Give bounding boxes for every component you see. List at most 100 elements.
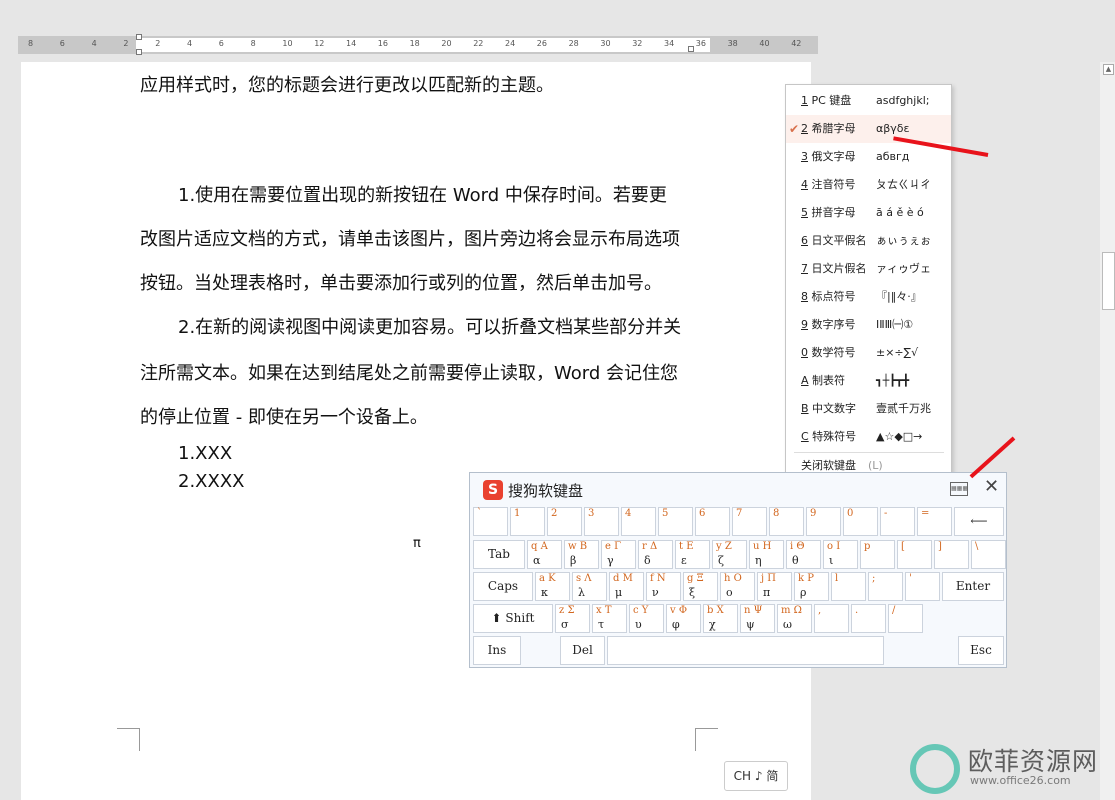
menu-item-a[interactable]: A 制表符 ┓┼┣┳╋ xyxy=(786,367,951,395)
key-top-label: 1 xyxy=(514,508,521,519)
menu-item-7[interactable]: 7 日文片假名 ァィゥヴェ xyxy=(786,255,951,283)
key[interactable]: p xyxy=(860,540,895,569)
key-greek-label: ε xyxy=(681,554,687,567)
key[interactable]: - xyxy=(880,507,915,536)
key[interactable]: 1 xyxy=(510,507,545,536)
keyboard-menu-icon[interactable]: ▦▦▦ xyxy=(950,482,968,496)
shift-key[interactable]: ⬆ Shift xyxy=(473,604,553,633)
key[interactable]: a K κ xyxy=(535,572,570,601)
menu-item-3[interactable]: 3 俄文字母 абвгд xyxy=(786,143,951,171)
key[interactable]: r Δ δ xyxy=(638,540,673,569)
key[interactable]: s Λ λ xyxy=(572,572,607,601)
document-page[interactable]: 应用样式时，您的标题会进行更改以匹配新的主题。 1.使用在需要位置出现的新按钮在… xyxy=(21,62,811,800)
key[interactable]: [ xyxy=(897,540,932,569)
key[interactable]: m Ω ω xyxy=(777,604,812,633)
menu-item-6[interactable]: 6 日文平假名 ぁぃぅぇぉ xyxy=(786,227,951,255)
key[interactable]: 3 xyxy=(584,507,619,536)
key-top-label: 6 xyxy=(699,508,706,519)
first-line-indent-marker[interactable] xyxy=(136,34,142,40)
key[interactable]: / xyxy=(888,604,923,633)
key[interactable]: n Ψ ψ xyxy=(740,604,775,633)
key[interactable]: , xyxy=(814,604,849,633)
key[interactable]: 4 xyxy=(621,507,656,536)
vertical-scrollbar[interactable]: ▲ xyxy=(1100,62,1115,800)
key[interactable]: h O ο xyxy=(720,572,755,601)
menu-item-b[interactable]: B 中文数字 壹贰千万兆 xyxy=(786,395,951,423)
key[interactable]: o I ι xyxy=(823,540,858,569)
key[interactable]: ` xyxy=(473,507,508,536)
ins-key[interactable]: Ins xyxy=(473,636,521,665)
right-indent-marker[interactable] xyxy=(688,46,694,52)
key-top-label: h O xyxy=(724,573,742,584)
scroll-thumb[interactable] xyxy=(1102,252,1115,310)
key[interactable]: 5 xyxy=(658,507,693,536)
backspace-key[interactable]: ⟵ xyxy=(954,507,1004,536)
tab-key[interactable]: Tab xyxy=(473,540,525,569)
menu-item-c[interactable]: C 特殊符号 ▲☆◆□→ xyxy=(786,423,951,451)
crop-mark-bottom-right xyxy=(695,728,718,751)
space-key[interactable] xyxy=(607,636,884,665)
menu-item-4[interactable]: 4 注音符号 ㄆㄊㄍㄐㄔ xyxy=(786,171,951,199)
key[interactable]: ; xyxy=(868,572,903,601)
menu-item-8[interactable]: 8 标点符号 『|‖々·』 xyxy=(786,283,951,311)
key[interactable]: j Π π xyxy=(757,572,792,601)
menu-item-9[interactable]: 9 数字序号 ⅠⅡⅢ㈠① xyxy=(786,311,951,339)
key[interactable]: v Φ φ xyxy=(666,604,701,633)
caps-key[interactable]: Caps xyxy=(473,572,533,601)
enter-key[interactable]: Enter xyxy=(942,572,1004,601)
key[interactable]: 0 xyxy=(843,507,878,536)
key[interactable]: e Γ γ xyxy=(601,540,636,569)
ruler-number: 40 xyxy=(759,39,770,48)
key[interactable]: c Υ υ xyxy=(629,604,664,633)
menu-item-sample: ▲☆◆□→ xyxy=(876,430,923,443)
key[interactable]: 6 xyxy=(695,507,730,536)
left-indent-marker[interactable] xyxy=(136,49,142,55)
watermark: 欧菲资源网 www.office26.com xyxy=(908,738,1115,800)
menu-item-text: 制表符 xyxy=(808,374,846,387)
ime-status-indicator[interactable]: CH ♪ 简 xyxy=(724,761,788,791)
key[interactable]: w B β xyxy=(564,540,599,569)
key-top-label: 0 xyxy=(847,508,854,519)
key[interactable]: k P ρ xyxy=(794,572,829,601)
key[interactable]: 9 xyxy=(806,507,841,536)
menu-item-label: 9 数字序号 xyxy=(801,311,856,339)
close-keyboard-icon[interactable]: ✕ xyxy=(984,476,999,497)
key-top-label: j Π xyxy=(761,573,776,584)
key[interactable]: l xyxy=(831,572,866,601)
key[interactable]: d M μ xyxy=(609,572,644,601)
menu-item-0[interactable]: 0 数学符号 ±×÷∑√ xyxy=(786,339,951,367)
key-top-label: q A xyxy=(531,541,548,552)
key-top-label: z Σ xyxy=(559,605,575,616)
key[interactable]: z Σ σ xyxy=(555,604,590,633)
key[interactable]: b X χ xyxy=(703,604,738,633)
key[interactable]: 7 xyxy=(732,507,767,536)
menu-item-2[interactable]: ✔ 2 希腊字母 αβγδε xyxy=(786,115,951,143)
key[interactable]: f N ν xyxy=(646,572,681,601)
key[interactable]: x T τ xyxy=(592,604,627,633)
key[interactable]: i Θ θ xyxy=(786,540,821,569)
key[interactable]: q A α xyxy=(527,540,562,569)
menu-item-label: 4 注音符号 xyxy=(801,171,856,199)
menu-item-label: 3 俄文字母 xyxy=(801,143,856,171)
key[interactable]: . xyxy=(851,604,886,633)
key-top-label: v Φ xyxy=(670,605,688,616)
key[interactable]: 2 xyxy=(547,507,582,536)
key[interactable]: g Ξ ξ xyxy=(683,572,718,601)
key[interactable]: ' xyxy=(905,572,940,601)
key[interactable]: ] xyxy=(934,540,969,569)
menu-item-sample: 壹贰千万兆 xyxy=(876,402,931,415)
key[interactable]: u H η xyxy=(749,540,784,569)
scroll-up-arrow-icon[interactable]: ▲ xyxy=(1103,64,1114,75)
key[interactable]: t E ε xyxy=(675,540,710,569)
key-greek-label: σ xyxy=(561,618,569,631)
menu-item-1[interactable]: 1 PC 键盘 asdfghjkl; xyxy=(786,87,951,115)
key[interactable]: = xyxy=(917,507,952,536)
key[interactable]: y Z ζ xyxy=(712,540,747,569)
menu-item-5[interactable]: 5 拼音字母 ā á ě è ó xyxy=(786,199,951,227)
key[interactable]: \ xyxy=(971,540,1006,569)
key[interactable]: 8 xyxy=(769,507,804,536)
key-top-label: 7 xyxy=(736,508,743,519)
esc-key[interactable]: Esc xyxy=(958,636,1004,665)
horizontal-ruler[interactable]: 8 6 4 2 2 4 6 8 10 12 14 16 18 20 22 24 26 28 30 32 34 36 38 40… xyxy=(18,34,818,55)
del-key[interactable]: Del xyxy=(560,636,605,665)
